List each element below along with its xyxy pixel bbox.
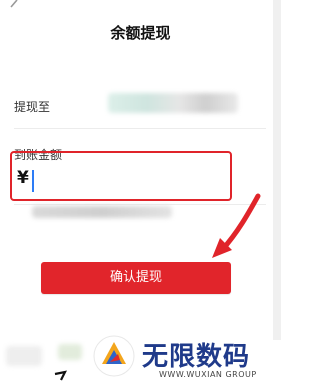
- page-title: 余额提现: [110, 24, 171, 42]
- currency-symbol: ¥: [17, 168, 29, 188]
- amount-highlight-box: [10, 151, 232, 201]
- watermark-subtitle: WWW.WUXIAN GROUP: [159, 370, 257, 379]
- watermark: 无限数码 WWW.WUXIAN GROUP: [84, 332, 281, 383]
- destination-label: 提现至: [14, 100, 51, 114]
- bottom-blurred-area: [6, 346, 42, 366]
- header: 余额提现: [0, 0, 281, 62]
- amount-input[interactable]: [32, 170, 34, 192]
- bottom-blurred-area: [58, 344, 82, 360]
- watermark-name: 无限数码: [142, 342, 251, 372]
- destination-account-blurred[interactable]: [108, 93, 238, 113]
- available-balance-blurred: [32, 206, 172, 218]
- cursor-icon: [54, 370, 67, 381]
- divider: [14, 128, 266, 129]
- wuxian-logo-icon: [93, 335, 135, 377]
- scroll-gutter: [273, 0, 281, 340]
- red-arrow-icon: [212, 193, 261, 258]
- confirm-withdraw-button[interactable]: 确认提现: [41, 262, 231, 294]
- chevron-left-icon[interactable]: [6, 0, 22, 16]
